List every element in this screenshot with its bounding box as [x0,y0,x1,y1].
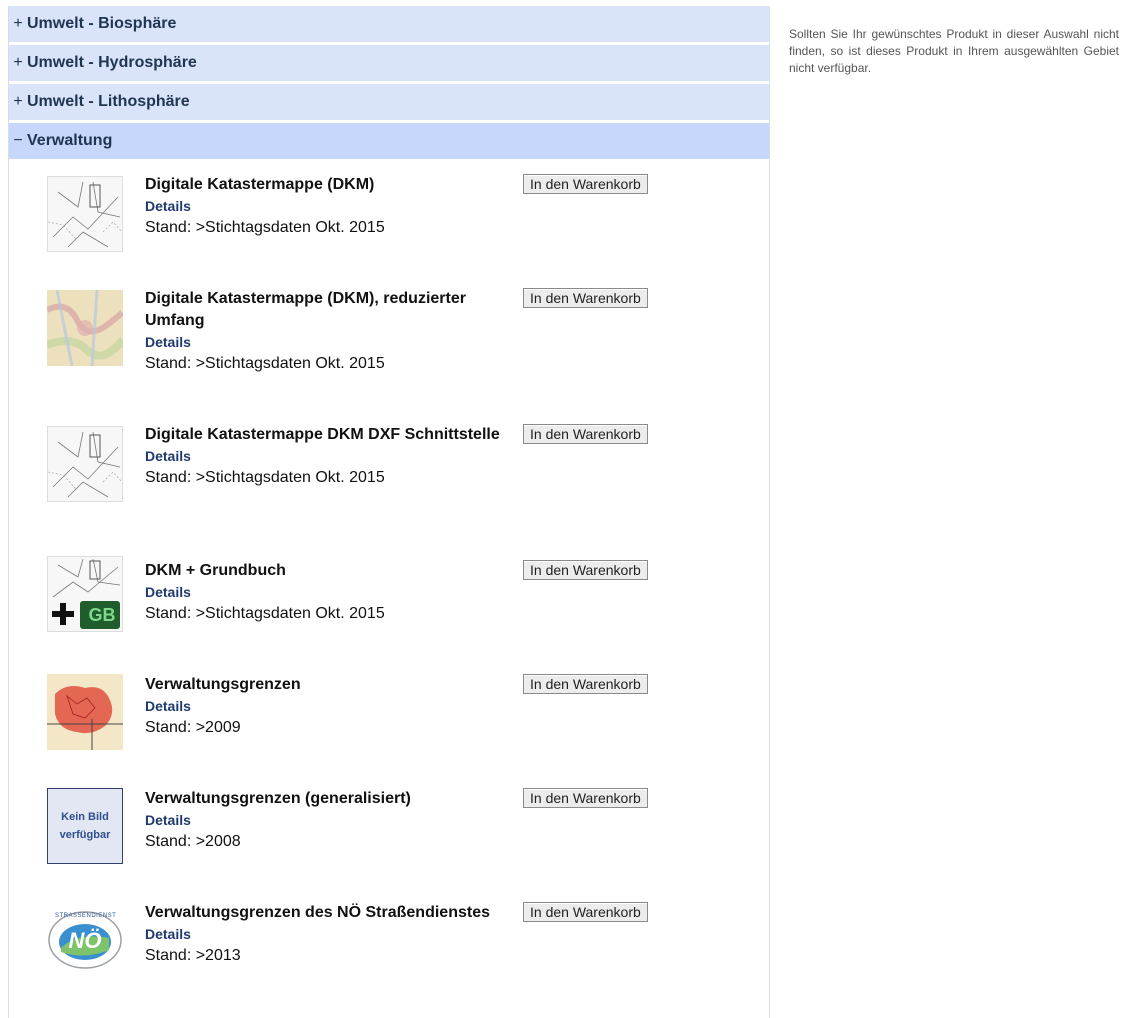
category-umwelt-hydrosphaere[interactable]: + Umwelt - Hydrosphäre [9,45,769,84]
product-item: Digitale Katastermappe DKM DXF Schnittst… [9,418,769,554]
expand-icon: + [13,93,23,110]
add-to-cart-button[interactable]: In den Warenkorb [523,288,648,308]
collapse-icon: − [13,132,23,149]
product-item: Digitale Katastermappe (DKM) Details Sta… [9,168,769,282]
product-stand: Stand: >Stichtagsdaten Okt. 2015 [145,355,385,372]
no-image-label: Kein Bild verfügbar [59,811,111,841]
expand-icon: + [13,54,23,71]
category-verwaltung[interactable]: − Verwaltung [9,123,769,162]
product-item: Kein Bild verfügbar Verwaltungsgrenzen (… [9,782,769,896]
details-link[interactable]: Details [145,332,191,352]
colored-map-thumbnail [47,290,123,366]
cadastral-map-thumbnail [47,426,123,502]
product-stand: Stand: >Stichtagsdaten Okt. 2015 [145,219,385,236]
product-stand: Stand: >2008 [145,833,241,850]
add-to-cart-button[interactable]: In den Warenkorb [523,424,648,444]
boundaries-map-thumbnail [47,674,123,750]
product-info: Digitale Katastermappe (DKM), reduzierte… [145,288,505,376]
product-info: Verwaltungsgrenzen Details Stand: >2009 [145,674,505,740]
add-to-cart-button[interactable]: In den Warenkorb [523,174,648,194]
product-panel: + Umwelt - Biosphäre + Umwelt - Hydrosph… [8,6,770,1018]
product-name: Digitale Katastermappe (DKM), reduzierte… [145,290,466,329]
product-name: Verwaltungsgrenzen des NÖ Straßendienste… [145,904,490,921]
availability-note: Sollten Sie Ihr gewünschtes Produkt in d… [789,27,1119,75]
details-link[interactable]: Details [145,582,191,602]
cadastral-map-thumbnail [47,176,123,252]
category-label: Verwaltung [27,132,113,149]
noe-strassendienst-logo: STRASSENDIENST NÖ [47,902,123,978]
product-stand: Stand: >Stichtagsdaten Okt. 2015 [145,605,385,622]
product-item: Verwaltungsgrenzen Details Stand: >2009 … [9,668,769,782]
product-stand: Stand: >Stichtagsdaten Okt. 2015 [145,469,385,486]
category-label: Umwelt - Lithosphäre [27,93,190,110]
product-info: Verwaltungsgrenzen (generalisiert) Detai… [145,788,505,854]
product-stand: Stand: >2013 [145,947,241,964]
add-to-cart-button[interactable]: In den Warenkorb [523,902,648,922]
logo-noe-text: NÖ [68,928,102,953]
product-item: STRASSENDIENST NÖ Verwaltungsgrenzen des… [9,896,769,1016]
product-info: DKM + Grundbuch Details Stand: >Stichtag… [145,560,505,626]
add-to-cart-button[interactable]: In den Warenkorb [523,560,648,580]
details-link[interactable]: Details [145,446,191,466]
product-info: Verwaltungsgrenzen des NÖ Straßendienste… [145,902,505,968]
product-name: DKM + Grundbuch [145,562,286,579]
category-label: Umwelt - Hydrosphäre [27,54,197,71]
product-item: Digitale Katastermappe (DKM), reduzierte… [9,282,769,418]
gb-label: GB [88,605,116,625]
category-umwelt-biosphaere[interactable]: + Umwelt - Biosphäre [9,6,769,45]
cadastral-gb-thumbnail: GB [47,556,123,632]
product-info: Digitale Katastermappe DKM DXF Schnittst… [145,424,505,490]
product-name: Verwaltungsgrenzen [145,676,301,693]
details-link[interactable]: Details [145,810,191,830]
product-name: Digitale Katastermappe DKM DXF Schnittst… [145,426,500,443]
no-image-thumbnail: Kein Bild verfügbar [47,788,123,864]
add-to-cart-button[interactable]: In den Warenkorb [523,674,648,694]
logo-ring-text: STRASSENDIENST [55,913,117,919]
product-item: GB DKM + Grundbuch Details Stand: >Stich… [9,554,769,668]
details-link[interactable]: Details [145,196,191,216]
product-stand: Stand: >2009 [145,719,241,736]
category-umwelt-lithosphaere[interactable]: + Umwelt - Lithosphäre [9,84,769,123]
product-list: Digitale Katastermappe (DKM) Details Sta… [9,162,769,1016]
expand-icon: + [13,15,23,32]
product-name: Verwaltungsgrenzen (generalisiert) [145,790,411,807]
details-link[interactable]: Details [145,696,191,716]
details-link[interactable]: Details [145,924,191,944]
category-label: Umwelt - Biosphäre [27,15,177,32]
add-to-cart-button[interactable]: In den Warenkorb [523,788,648,808]
product-info: Digitale Katastermappe (DKM) Details Sta… [145,174,505,240]
product-name: Digitale Katastermappe (DKM) [145,176,375,193]
